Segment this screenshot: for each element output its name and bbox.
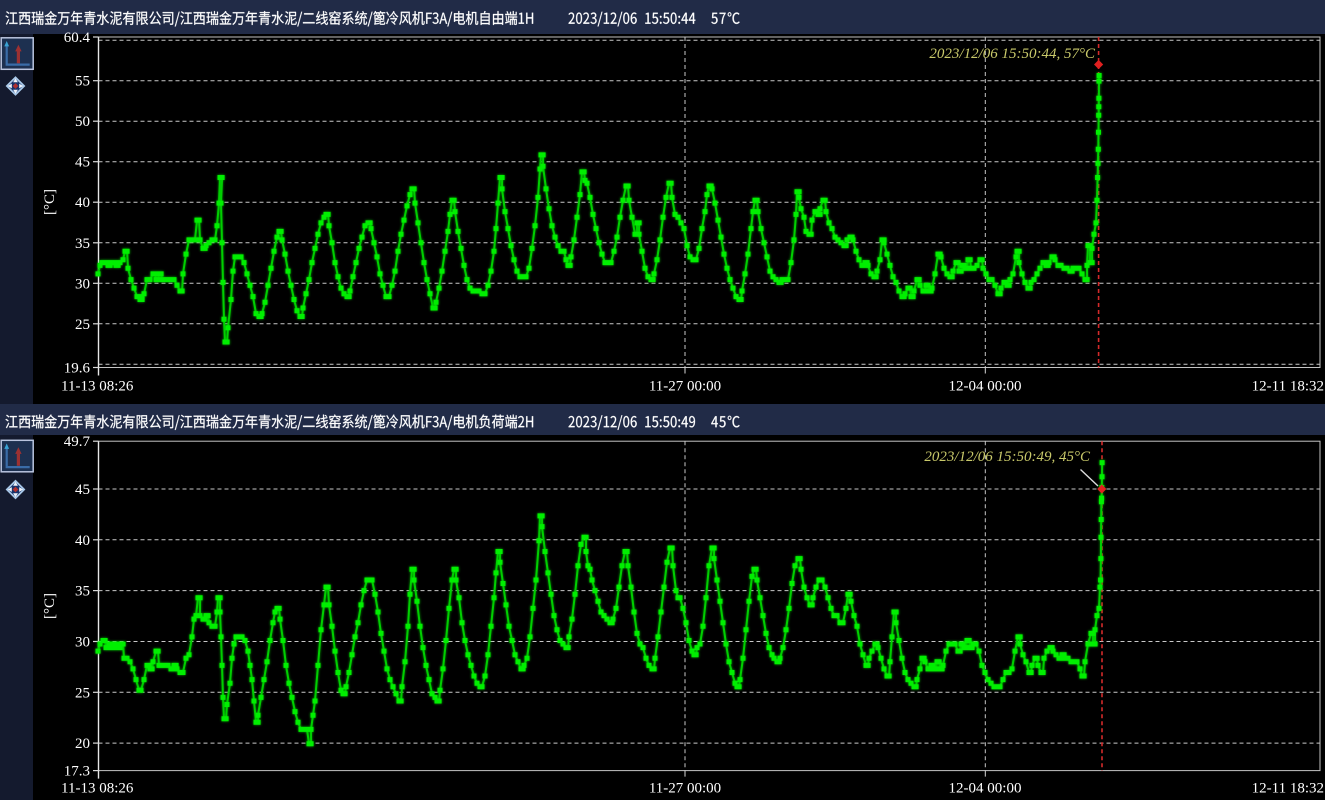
svg-text:[°C]: [°C] [42, 593, 58, 619]
svg-text:60.4: 60.4 [64, 30, 91, 46]
svg-text:2023/12/06 15:50:49, 45°C: 2023/12/06 15:50:49, 45°C [924, 449, 1091, 465]
svg-text:11-13 08:26: 11-13 08:26 [61, 379, 134, 395]
svg-text:17.3: 17.3 [64, 764, 90, 780]
svg-text:11-13 08:26: 11-13 08:26 [61, 781, 134, 797]
svg-text:35: 35 [75, 584, 90, 600]
svg-text:25: 25 [75, 685, 90, 701]
svg-text:30: 30 [75, 276, 90, 292]
svg-text:12-04 00:00: 12-04 00:00 [949, 379, 1022, 395]
svg-text:11-27 00:00: 11-27 00:00 [649, 781, 721, 797]
svg-text:35: 35 [75, 236, 90, 252]
svg-text:[°C]: [°C] [42, 189, 58, 215]
svg-text:12-11 18:32: 12-11 18:32 [1252, 379, 1324, 395]
svg-text:49.7: 49.7 [64, 434, 91, 450]
svg-text:25: 25 [75, 317, 90, 333]
svg-text:19.6: 19.6 [64, 361, 91, 377]
svg-text:45: 45 [75, 155, 90, 171]
svg-text:40: 40 [75, 195, 90, 211]
svg-text:45: 45 [75, 482, 90, 498]
svg-text:50: 50 [75, 114, 90, 130]
svg-text:12-04 00:00: 12-04 00:00 [949, 781, 1022, 797]
svg-text:30: 30 [75, 635, 90, 651]
svg-text:55: 55 [75, 74, 90, 90]
svg-text:20: 20 [75, 736, 90, 752]
svg-text:11-27 00:00: 11-27 00:00 [649, 379, 721, 395]
svg-text:12-11 18:32: 12-11 18:32 [1252, 781, 1324, 797]
svg-text:2023/12/06 15:50:44, 57°C: 2023/12/06 15:50:44, 57°C [929, 46, 1096, 62]
svg-text:40: 40 [75, 533, 90, 549]
